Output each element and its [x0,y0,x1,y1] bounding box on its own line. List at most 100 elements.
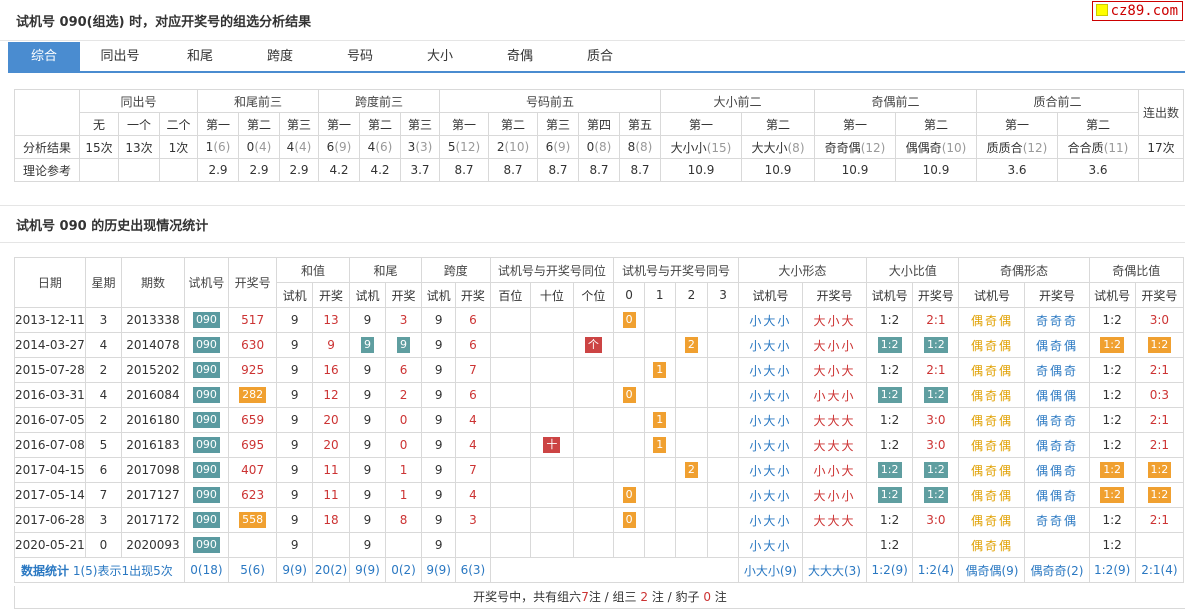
span-draw [455,532,491,558]
sub-header: 第二 [238,112,280,136]
size-shape-trial: 小大小 [737,382,803,408]
tab-4[interactable]: 号码 [320,42,400,71]
trial-badge: 090 [192,412,220,428]
size-ratio-draw: 1:2 [912,382,960,408]
same-num-cell: 0 [613,307,645,333]
same-num-cell: 2 [674,332,709,358]
tab-7[interactable]: 质合 [560,42,640,71]
sum-draw: 9 [312,332,350,358]
ratio-value: 2:1 [1149,413,1170,427]
ref-cell: 8.7 [537,158,579,182]
tab-3[interactable]: 跨度 [240,42,320,71]
result-cell: 奇奇偶(12) [814,135,896,159]
size-shape-draw: 大大大 [801,432,868,458]
same-badge: 0 [622,487,636,503]
week-cell: 6 [84,457,123,483]
table-row: 2014-03-27 4 2014078 090 630 9 9 9 9 9 6 个 2 小大小 大小小 1:… [14,332,1185,358]
same-pos-cell [489,307,532,333]
tab-5[interactable]: 大小 [400,42,480,71]
trial-badge: 090 [192,387,220,403]
table-row: 2017-04-15 6 2017098 090 407 9 11 9 1 9 7 2 小大小 小小大 1:… [14,457,1185,483]
same-pos-cell [489,457,532,483]
draw-badge: 558 [239,512,267,528]
draw-cell: 630 [228,332,278,358]
same-pos-cell [489,432,532,458]
stats-cell: 2:1(4) [1134,557,1185,583]
ratio-badge: 1:2 [1147,337,1172,353]
tail-trial: 9 [348,382,386,408]
sum-trial: 9 [276,382,314,408]
pos-badge: 个 [584,337,602,353]
trial-badge: 090 [192,487,220,503]
ratio-value: 1:2 [1102,388,1122,402]
sub-header: 试机号 [737,282,803,308]
result-value: 偶偶奇 [905,140,942,155]
draw-cell [228,532,278,558]
size-ratio-trial: 1:2 [866,332,914,358]
draw-cell: 925 [228,357,278,383]
tail-draw: 6 [384,357,423,383]
sum-draw: 18 [312,507,350,533]
same-num-cell [707,407,739,433]
odd-shape-draw: 偶奇奇 [1024,407,1090,433]
tail-trial: 9 [348,507,386,533]
col-header: 和尾 [348,257,423,283]
result-cell: 4(4) [279,135,319,159]
size-shape-draw: 大大大 [801,407,868,433]
same-pos-cell [572,357,615,383]
draw-number: 517 [241,313,265,327]
group-header: 和尾前三 [197,89,319,113]
tab-0[interactable]: 综合 [8,42,80,71]
sub-header: 开奖号 [912,282,960,308]
size-shape-draw: 小小大 [801,457,868,483]
table-row: 2016-07-05 2 2016180 090 659 9 20 9 0 9 4 1 小大小 大大大 1:… [14,407,1185,433]
same-badge: 1 [653,412,667,428]
same-num-cell [674,407,709,433]
trial-cell: 090 [183,457,230,483]
tail-draw: 0 [384,407,423,433]
footer-summary: 开奖号中，共有组六7注 / 组三 2 注 / 豹子 0 注 [14,586,1185,609]
period-cell: 2015202 [121,357,185,383]
sub-header: 0 [613,282,645,308]
stats-cell: 1:2(9) [1088,557,1136,583]
trial-cell: 090 [183,482,230,508]
site-logo[interactable]: cz89.com [1091,1,1183,21]
ratio-badge: 1:2 [1147,462,1172,478]
period-cell: 2016084 [121,382,185,408]
col-header: 跨度 [421,257,491,283]
period-cell: 2013338 [121,307,185,333]
same-pos-cell: 十 [530,432,574,458]
tail-draw: 9 [384,332,423,358]
stats-cell: 0(2) [384,557,423,583]
same-badge: 1 [653,437,667,453]
draw-cell: 407 [228,457,278,483]
odd-shape-draw: 偶奇偶 [1024,332,1090,358]
date-cell: 2015-07-28 [14,357,86,383]
result-cell: 4(6) [359,135,401,159]
tab-1[interactable]: 同出号 [80,42,160,71]
odd-shape-trial: 偶奇偶 [958,432,1026,458]
period-cell: 2014078 [121,332,185,358]
sub-header: 第三 [400,112,440,136]
size-shape-draw: 大小大 [801,357,868,383]
odd-ratio-trial: 1:2 [1088,357,1136,383]
date-cell: 2017-04-15 [14,457,86,483]
result-cell: 6(9) [318,135,360,159]
sub-header: 无 [79,112,119,136]
same-num-cell: 0 [613,507,645,533]
same-badge: 1 [653,362,667,378]
date-cell: 2014-03-27 [14,332,86,358]
ref-cell: 3.7 [400,158,440,182]
sub-header: 第一 [660,112,742,136]
week-cell: 3 [84,307,123,333]
tab-2[interactable]: 和尾 [160,42,240,71]
sum-draw: 13 [312,307,350,333]
size-shape-trial: 小大小 [737,507,803,533]
trial-cell: 090 [183,507,230,533]
ref-cell: 4.2 [318,158,360,182]
tab-6[interactable]: 奇偶 [480,42,560,71]
tail-trial: 9 [348,332,386,358]
col-header: 期数 [121,257,185,308]
size-ratio-trial: 1:2 [866,507,914,533]
size-shape-draw: 大小小 [801,482,868,508]
